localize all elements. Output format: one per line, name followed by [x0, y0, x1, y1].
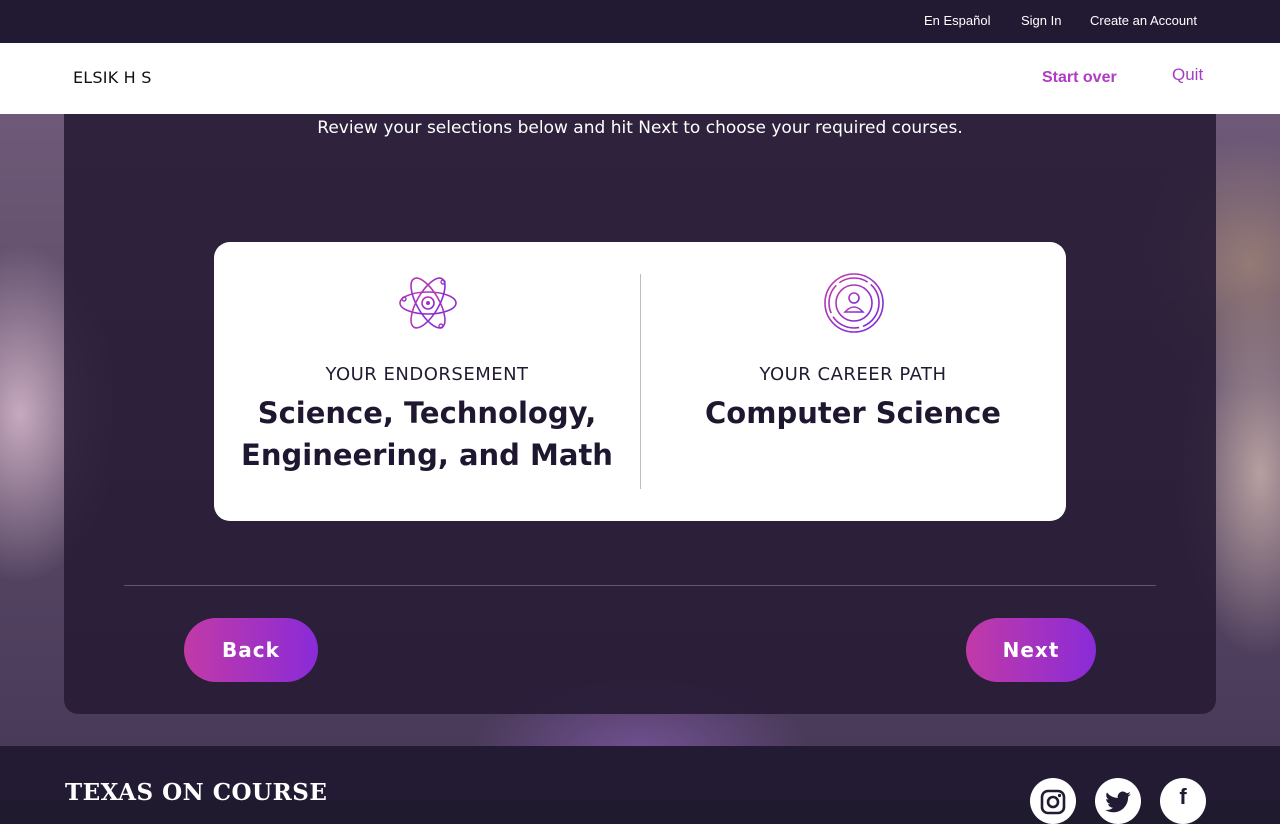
quit-link[interactable]: Quit [1172, 65, 1203, 85]
twitter-icon[interactable] [1095, 778, 1141, 824]
atom-icon [399, 277, 457, 329]
facebook-icon[interactable]: f [1160, 778, 1206, 824]
intro-text: Review your selections below and hit Nex… [317, 118, 963, 138]
utility-bar: En Español Sign In Create an Account [0, 0, 1280, 43]
endorsement-column: YOUR ENDORSEMENT Science, Technology, En… [214, 242, 640, 521]
back-button[interactable]: Back [184, 618, 318, 682]
instagram-icon[interactable] [1030, 778, 1076, 824]
section-divider [124, 585, 1156, 586]
site-footer: TEXAS ON COURSE f [0, 746, 1280, 824]
endorsement-value: Science, Technology, Engineering, and Ma… [241, 396, 613, 472]
endorsement-label: YOUR ENDORSEMENT [325, 364, 529, 385]
review-panel: Review your selections below and hit Nex… [64, 114, 1216, 714]
site-header: ELSIK H S Start over Quit [0, 43, 1280, 114]
start-over-link[interactable]: Start over [1042, 69, 1117, 87]
texasoncourse-logo[interactable]: TEXAS ON COURSE [65, 779, 327, 806]
spanish-link[interactable]: En Español [924, 13, 991, 28]
selection-card: YOUR ENDORSEMENT Science, Technology, En… [214, 242, 1066, 521]
next-button[interactable]: Next [966, 618, 1096, 682]
target-person-icon [824, 273, 884, 333]
career-path-label: YOUR CAREER PATH [759, 364, 947, 385]
sign-in-link[interactable]: Sign In [1021, 13, 1061, 28]
create-account-link[interactable]: Create an Account [1090, 13, 1197, 28]
career-path-column: YOUR CAREER PATH Computer Science [640, 242, 1066, 521]
school-name: ELSIK H S [73, 68, 152, 87]
career-path-value: Computer Science [705, 396, 1001, 430]
